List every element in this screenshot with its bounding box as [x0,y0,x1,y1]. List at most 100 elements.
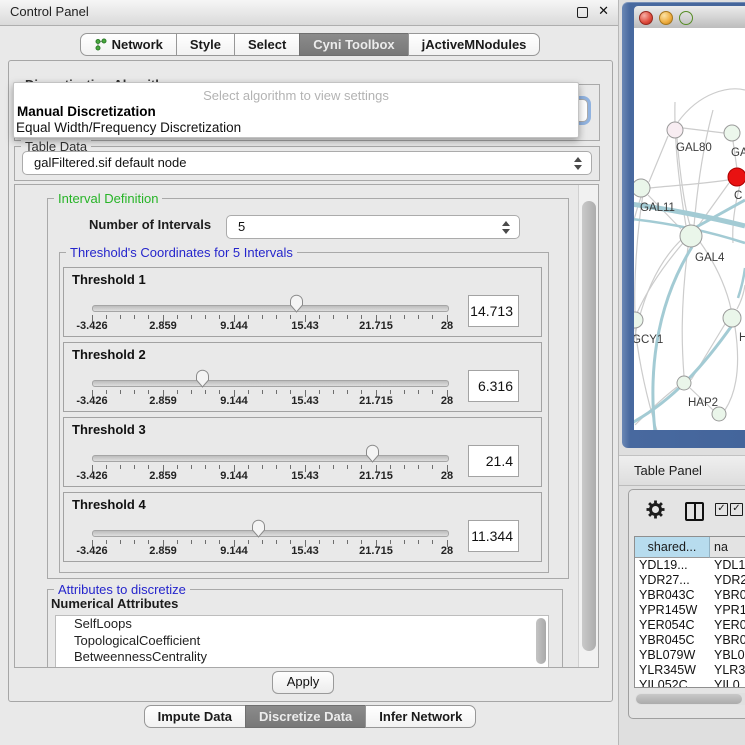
table-row[interactable]: YDR27...YDR2 [635,573,745,588]
threshold-slider-track[interactable] [92,530,449,537]
tab-jactivemnodules[interactable]: jActiveMNodules [408,33,541,56]
gear-icon[interactable] [646,500,665,519]
table-cell: YBR043C [639,588,709,603]
close-light-icon[interactable] [639,11,653,25]
threshold-slider-thumb[interactable] [365,444,380,466]
network-node-ga[interactable] [724,125,740,141]
threshold-value-field[interactable]: 14.713 [468,295,519,327]
table-row[interactable]: YIL052CYIL0 [635,678,745,688]
threshold-value-field[interactable]: 21.4 [468,445,519,477]
threshold-slider-thumb[interactable] [195,369,210,391]
table-hscrollbar-track[interactable] [635,693,745,705]
threshold-value-field[interactable]: 11.344 [468,520,519,552]
threshold-slider-track[interactable] [92,455,449,462]
tab-impute-data[interactable]: Impute Data [144,705,246,728]
network-node-c[interactable] [728,168,745,186]
tick-mark [347,540,348,544]
table-row[interactable]: YBR045CYBR0 [635,633,745,648]
tick-mark [347,390,348,394]
close-icon[interactable]: ✕ [598,3,609,19]
checkbox-icon[interactable]: ✓ [730,503,743,516]
attribute-list-item[interactable]: TopologicalCoefficient [56,633,548,650]
network-node-gal4[interactable] [680,225,702,247]
table-row[interactable]: YLR345WYLR3 [635,663,745,678]
network-node-label: GCY1 [634,334,663,346]
threshold-slider-track[interactable] [92,305,449,312]
float-icon[interactable] [577,7,588,18]
attributes-list-scrollbar[interactable] [536,618,546,664]
tick-mark [205,315,206,319]
network-node-gcy1[interactable] [634,312,643,328]
tick-mark [319,390,320,394]
threshold-slider-track[interactable] [92,380,449,387]
tick-label: 2.859 [149,545,177,557]
tab-network[interactable]: Network [80,33,177,56]
zoom-light-icon[interactable] [679,11,693,25]
table-cell: YPR145W [639,603,709,618]
tab-label: Cyni Toolbox [313,34,394,55]
column-header-shared[interactable]: shared... [635,537,710,558]
threshold-panel: Threshold 4-3.4262.8599.14415.4321.71528… [63,492,542,562]
attribute-list-item[interactable]: BetweennessCentrality [56,649,548,666]
tick-mark [106,315,107,319]
minimize-light-icon[interactable] [659,11,673,25]
tab-select[interactable]: Select [234,33,300,56]
split-columns-icon[interactable] [685,502,704,521]
network-node-gal80[interactable] [667,122,683,138]
tick-mark [120,465,121,469]
tab-style[interactable]: Style [176,33,235,56]
dropdown-option-equal-width[interactable]: Equal Width/Frequency Discretization [16,120,241,135]
threshold-label: Threshold 3 [72,422,146,437]
settings-scrollbar-thumb[interactable] [582,201,596,651]
tab-discretize-data[interactable]: Discretize Data [245,705,366,728]
table-row[interactable]: YPR145WYPR1 [635,603,745,618]
threshold-slider-thumb[interactable] [251,519,266,541]
tick-mark [333,540,334,544]
tick-mark [390,465,391,469]
table-hscrollbar-thumb[interactable] [636,694,742,704]
tick-mark [106,540,107,544]
tick-label: 15.43 [291,470,319,482]
tick-mark [120,540,121,544]
tick-mark [432,390,433,394]
network-node[interactable] [712,407,726,421]
apply-button[interactable]: Apply [272,671,334,694]
attribute-list-item[interactable]: SelfLoops [56,616,548,633]
table-row[interactable]: YBR043CYBR0 [635,588,745,603]
settings-scrollbar-track[interactable] [578,185,599,667]
table-row[interactable]: YER054CYER0 [635,618,745,633]
tick-mark [177,465,178,469]
tick-mark [347,465,348,469]
network-node-hap2[interactable] [677,376,691,390]
tab-infer-network[interactable]: Infer Network [365,705,476,728]
table-row[interactable]: YBL079WYBL0 [635,648,745,663]
column-header-name[interactable]: na [710,537,745,558]
tick-mark [191,540,192,544]
tick-mark [290,540,291,544]
table-panel-titlebar: Table Panel [619,455,745,486]
threshold-value-field[interactable]: 6.316 [468,370,519,402]
table-row[interactable]: YDL19...YDL1 [635,558,745,573]
tick-mark [134,315,135,319]
table-cell: YBR0 [714,633,745,648]
tab-cyni-toolbox[interactable]: Cyni Toolbox [299,33,408,56]
numerical-attributes-label: Numerical Attributes [51,596,178,611]
tick-mark [390,390,391,394]
checkbox-icon[interactable]: ✓ [715,503,728,516]
tick-mark [148,315,149,319]
tick-mark [319,540,320,544]
threshold-slider-thumb[interactable] [289,294,304,316]
tick-mark [248,315,249,319]
table-data-select[interactable]: galFiltered.sif default node [22,151,592,175]
tick-mark [404,465,405,469]
network-node-gal11[interactable] [634,179,650,197]
tick-label: 9.144 [220,395,248,407]
number-of-intervals-select[interactable]: 5 [226,215,520,239]
tick-mark [404,540,405,544]
network-node-h[interactable] [723,309,741,327]
table-cell: YDR27... [639,573,709,588]
node-attribute-table: shared... na YDL19...YDL1YDR27...YDR2YBR… [634,536,745,688]
tick-label: 15.43 [291,320,319,332]
tick-mark [148,540,149,544]
dropdown-option-manual[interactable]: Manual Discretization [17,104,156,119]
